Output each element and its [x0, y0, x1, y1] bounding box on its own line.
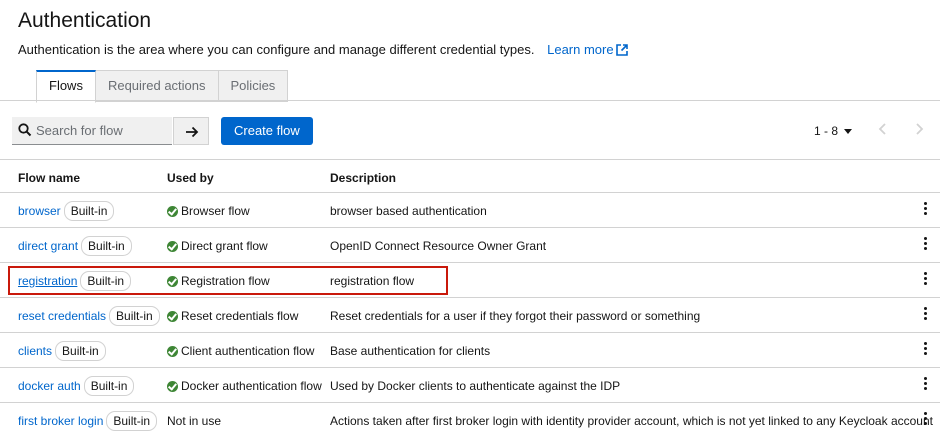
used-by-cell: Not in use: [167, 414, 221, 428]
arrow-right-icon: [186, 126, 199, 138]
flow-name-cell: clients Built-in: [18, 341, 106, 361]
flow-link[interactable]: direct grant: [18, 239, 78, 253]
flow-link[interactable]: docker auth: [18, 379, 81, 393]
tab-policies[interactable]: Policies: [218, 70, 289, 102]
column-header-flow-name[interactable]: Flow name: [18, 171, 80, 185]
check-circle-icon: [167, 240, 178, 252]
flow-link[interactable]: browser: [18, 204, 61, 218]
used-by-text: Reset credentials flow: [181, 309, 299, 323]
row-actions-kebab-icon[interactable]: [920, 237, 930, 255]
check-circle-icon: [167, 205, 178, 217]
table-row: registration Built-in Registration flow r…: [0, 263, 940, 298]
page-title: Authentication: [18, 9, 152, 32]
check-circle-icon: [167, 345, 178, 357]
description-cell: Actions taken after first broker login w…: [330, 414, 933, 428]
used-by-cell: Direct grant flow: [167, 239, 268, 253]
search-box: [12, 117, 172, 145]
flow-name-cell: registration Built-in: [18, 271, 132, 291]
used-by-text: Registration flow: [181, 274, 270, 288]
row-actions-kebab-icon[interactable]: [920, 377, 930, 395]
used-by-cell: Docker authentication flow: [167, 379, 322, 393]
tabs-divider: [0, 100, 940, 101]
description-cell: registration flow: [330, 274, 415, 288]
used-by-cell: Browser flow: [167, 204, 250, 218]
learn-more-link[interactable]: Learn more: [547, 42, 628, 60]
description-cell: Reset credentials for a user if they for…: [330, 309, 701, 323]
external-link-icon: [615, 44, 628, 60]
table-top-border: [0, 159, 940, 160]
used-by-text: Docker authentication flow: [181, 379, 322, 393]
built-in-badge: Built-in: [81, 236, 132, 256]
flow-link[interactable]: registration: [18, 274, 77, 288]
search-icon: [18, 123, 32, 142]
built-in-badge: Built-in: [63, 201, 115, 221]
check-circle-icon: [167, 275, 178, 287]
learn-more-label: Learn more: [547, 42, 614, 57]
used-by-cell: Reset credentials flow: [167, 309, 298, 323]
row-actions-kebab-icon[interactable]: [920, 202, 930, 220]
used-by-text: Not in use: [167, 414, 222, 428]
table-row: direct grant Built-in Direct grant flow O…: [0, 228, 940, 263]
description-cell: Base authentication for clients: [330, 344, 491, 358]
flow-name-cell: direct grant Built-in: [18, 236, 132, 256]
row-actions-kebab-icon[interactable]: [920, 272, 930, 290]
description-text: Authentication is the area where you can…: [18, 42, 535, 57]
create-flow-button[interactable]: Create flow: [221, 117, 313, 145]
check-circle-icon: [167, 310, 178, 322]
used-by-text: Browser flow: [181, 204, 250, 218]
tab-required-actions[interactable]: Required actions: [95, 70, 219, 102]
flow-name-cell: first broker login Built-in: [18, 411, 158, 431]
row-actions-kebab-icon[interactable]: [920, 307, 930, 325]
table-row: reset credentials Built-in Reset credenti…: [0, 298, 940, 333]
used-by-text: Direct grant flow: [181, 239, 268, 253]
used-by-text: Client authentication flow: [181, 344, 315, 358]
tabs: Flows Required actions Policies: [36, 70, 289, 103]
previous-page-button[interactable]: [878, 122, 888, 141]
table-row: browser Built-in Browser flow browser bas…: [0, 193, 940, 228]
chevron-left-icon: [878, 123, 886, 135]
flow-link[interactable]: clients: [18, 344, 52, 358]
column-header-description[interactable]: Description: [330, 171, 396, 185]
tab-flows[interactable]: Flows: [36, 70, 96, 103]
used-by-cell: Client authentication flow: [167, 344, 314, 358]
page-description: Authentication is the area where you can…: [18, 42, 628, 60]
search-input[interactable]: [36, 117, 168, 144]
page-header: Authentication Authentication is the are…: [18, 8, 628, 60]
table-row: first broker login Built-in Not in use Ac…: [0, 403, 940, 438]
row-actions-kebab-icon[interactable]: [920, 342, 930, 360]
column-header-used-by[interactable]: Used by: [167, 171, 214, 185]
description-cell: browser based authentication: [330, 204, 487, 218]
flow-name-cell: browser Built-in: [18, 201, 115, 221]
row-actions-kebab-icon[interactable]: [920, 412, 930, 430]
built-in-badge: Built-in: [109, 306, 160, 326]
description-cell: OpenID Connect Resource Owner Grant: [330, 239, 547, 253]
table-row: docker auth Built-in Docker authenticatio…: [0, 368, 940, 403]
flow-name-cell: docker auth Built-in: [18, 376, 135, 396]
used-by-cell: Registration flow: [167, 274, 270, 288]
pagination-text: 1 - 8: [814, 124, 839, 138]
toolbar: Create flow 1 - 8: [12, 117, 940, 145]
check-circle-icon: [167, 380, 178, 392]
built-in-badge: Built-in: [83, 376, 135, 396]
built-in-badge: Built-in: [106, 411, 158, 431]
built-in-badge: Built-in: [80, 271, 132, 291]
search-submit-button[interactable]: [173, 117, 209, 145]
flow-link[interactable]: reset credentials: [18, 309, 106, 323]
table-row: clients Built-in Client authentication fl…: [0, 333, 940, 368]
chevron-right-icon: [916, 123, 924, 135]
description-cell: Used by Docker clients to authenticate a…: [330, 379, 621, 393]
built-in-badge: Built-in: [55, 341, 106, 361]
next-page-button[interactable]: [914, 122, 924, 141]
flow-name-cell: reset credentials Built-in: [18, 306, 160, 326]
pagination-toggle[interactable]: 1 - 8: [814, 123, 853, 138]
flow-link[interactable]: first broker login: [18, 414, 103, 428]
caret-down-icon: [844, 123, 853, 137]
